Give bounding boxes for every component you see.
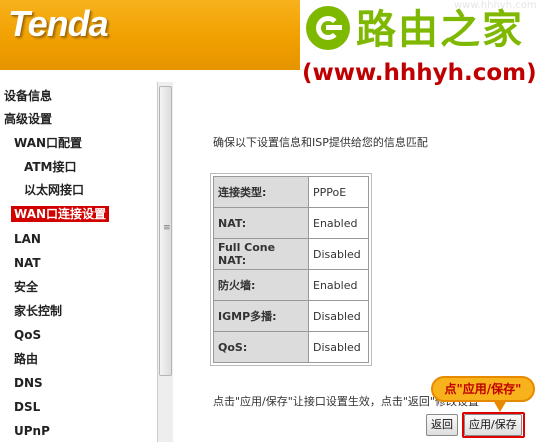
sidebar-item-atm-interface[interactable]: ATM接口 bbox=[24, 157, 76, 177]
row-value-connection-type: PPPoE bbox=[308, 176, 369, 208]
table-row: Full Cone NAT: Disabled bbox=[213, 238, 369, 270]
sidebar-item-device-info[interactable]: 设备信息 bbox=[4, 86, 52, 106]
sidebar-item-upnp[interactable]: UPnP bbox=[14, 421, 50, 441]
scroll-grip-icon: ≡ bbox=[163, 223, 171, 233]
sidebar-item-wan-connection[interactable]: WAN口连接设置 bbox=[11, 206, 110, 222]
row-label-qos: QoS: bbox=[213, 331, 309, 363]
table-row: IGMP多播: Disabled bbox=[213, 300, 369, 332]
intro-text: 确保以下设置信息和ISP提供给您的信息匹配 bbox=[213, 136, 428, 149]
table-row: QoS: Disabled bbox=[213, 331, 369, 363]
router-admin-page: Tenda www.hhhyh.com 路由之家 (www.hhhyh.com)… bbox=[0, 0, 549, 442]
sidebar-item-qos[interactable]: QoS bbox=[14, 325, 41, 345]
row-value-full-cone-nat: Disabled bbox=[308, 238, 369, 270]
apply-callout: 点"应用/保存" bbox=[431, 376, 535, 402]
table-row: 防火墙: Enabled bbox=[213, 269, 369, 301]
sidebar-item-routing[interactable]: 路由 bbox=[14, 349, 38, 369]
row-value-igmp: Disabled bbox=[308, 300, 369, 332]
row-value-firewall: Enabled bbox=[308, 269, 369, 301]
main-content: 确保以下设置信息和ISP提供给您的信息匹配 连接类型: PPPoE NAT: E… bbox=[173, 96, 549, 442]
back-button[interactable]: 返回 bbox=[426, 414, 458, 436]
watermark-logo-icon bbox=[306, 6, 350, 50]
scrollbar-thumb[interactable]: ≡ bbox=[159, 86, 172, 376]
settings-summary-table: 连接类型: PPPoE NAT: Enabled Full Cone NAT: … bbox=[210, 173, 372, 366]
sidebar-nav: 设备信息 高级设置 WAN口配置 ATM接口 以太网接口 WAN口连接设置 LA… bbox=[0, 82, 173, 442]
sidebar-item-dsl[interactable]: DSL bbox=[14, 397, 40, 417]
table-row: NAT: Enabled bbox=[213, 207, 369, 239]
watermark-url: (www.hhhyh.com) bbox=[302, 60, 537, 86]
watermark-logo-bar bbox=[326, 25, 342, 30]
tenda-logo: Tenda bbox=[8, 3, 109, 44]
sidebar-item-lan[interactable]: LAN bbox=[14, 229, 41, 249]
table-row: 连接类型: PPPoE bbox=[213, 176, 369, 208]
sidebar-item-ethernet-interface[interactable]: 以太网接口 bbox=[24, 180, 84, 200]
row-value-qos: Disabled bbox=[308, 331, 369, 363]
callout-pointer bbox=[493, 400, 507, 412]
sidebar-item-advanced-settings[interactable]: 高级设置 bbox=[4, 109, 52, 129]
sidebar-item-parental-control[interactable]: 家长控制 bbox=[14, 301, 62, 321]
row-label-firewall: 防火墙: bbox=[213, 269, 309, 301]
sidebar-scrollbar[interactable]: ≡ bbox=[157, 82, 173, 442]
sidebar-item-dns[interactable]: DNS bbox=[14, 373, 43, 393]
watermark-title: 路由之家 bbox=[356, 7, 524, 53]
row-label-nat: NAT: bbox=[213, 207, 309, 239]
sidebar-item-security[interactable]: 安全 bbox=[14, 277, 38, 297]
sidebar-item-wan-config[interactable]: WAN口配置 bbox=[14, 133, 82, 153]
row-label-igmp: IGMP多播: bbox=[213, 300, 309, 332]
sidebar-item-nat[interactable]: NAT bbox=[14, 253, 41, 273]
row-label-connection-type: 连接类型: bbox=[213, 176, 309, 208]
apply-button-highlight bbox=[462, 412, 525, 438]
row-label-full-cone-nat: Full Cone NAT: bbox=[213, 238, 309, 270]
row-value-nat: Enabled bbox=[308, 207, 369, 239]
